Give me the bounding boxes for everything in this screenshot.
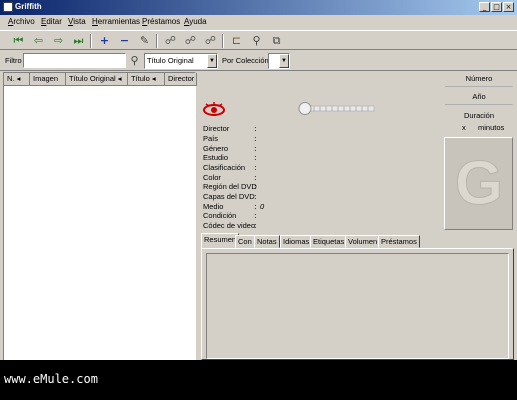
collection-label: Por Colección [222, 56, 269, 65]
filter-input[interactable] [23, 53, 126, 68]
colon: : [254, 144, 257, 153]
title-bar: Griffith _ □ × [0, 0, 517, 15]
prev-icon[interactable]: ⇦ [32, 34, 45, 47]
column-header-number[interactable]: N. ◂ [4, 73, 30, 86]
colon: : [254, 182, 257, 191]
app-icon [3, 2, 13, 12]
menu-ayuda[interactable]: Ayuda [184, 17, 207, 26]
svg-text:G: G [455, 149, 503, 218]
griffith-logo-icon [203, 102, 225, 116]
collection-select[interactable]: ▼ [268, 53, 290, 69]
maximize-button[interactable]: □ [491, 2, 502, 12]
minimize-button[interactable]: _ [479, 2, 490, 12]
colon: : [254, 221, 257, 230]
menu-vista[interactable]: Vista [68, 17, 86, 26]
last-icon[interactable]: ⏭ [72, 34, 85, 47]
filter-field-value: Título Original [147, 56, 194, 65]
tab-etiquetas[interactable]: Etiquetas [310, 235, 348, 248]
duracion-x: x [462, 123, 466, 132]
open-folder-icon[interactable]: ⊏ [230, 34, 243, 47]
colon: : [254, 134, 257, 143]
cover-image[interactable]: G [444, 137, 513, 230]
colon: : [254, 153, 257, 162]
edit-icon[interactable]: ✎ [138, 34, 151, 47]
close-button[interactable]: × [503, 2, 514, 12]
remove-icon[interactable]: − [118, 34, 131, 47]
field-director: Director [203, 124, 230, 133]
clear-filter-icon[interactable]: ⚲ [128, 54, 141, 67]
field-region-dvd: Región del DVD [203, 182, 257, 191]
chevron-down-icon: ▼ [279, 54, 289, 68]
add-icon[interactable]: + [98, 34, 111, 47]
window-title: Griffith [15, 2, 42, 11]
watermark-text: www.eMule.com [4, 372, 98, 386]
column-header-director[interactable]: Director [165, 73, 197, 86]
first-icon[interactable]: ⏮ [12, 34, 25, 47]
people3-icon[interactable]: ☍ [204, 34, 217, 47]
colon: : [254, 163, 257, 172]
anio-label: Año [445, 90, 513, 105]
field-pais: País [203, 134, 219, 143]
colon: : [254, 173, 257, 182]
chevron-down-icon: ▼ [207, 54, 217, 68]
toolbar-separator [156, 34, 158, 48]
tab-idiomas[interactable]: Idiomas [280, 235, 313, 248]
menu-herramientas[interactable]: Herramientas [92, 17, 140, 26]
field-condicion: Condición [203, 211, 237, 220]
summary-text-area[interactable] [206, 253, 509, 359]
griffith-cover-logo-icon: G [445, 138, 512, 229]
colon: : [254, 202, 257, 211]
field-color: Color [203, 173, 221, 182]
menu-archivo[interactable]: Archivo [8, 17, 35, 26]
filter-label: Filtro [5, 56, 22, 65]
colon: : [254, 211, 257, 220]
duracion-label: Duración [463, 111, 494, 120]
toolbar: ⏮ ⇦ ⇨ ⏭ + − ✎ ☍ ☍ ☍ ⊏ ⚲ ⧉ [0, 30, 517, 50]
filter-bar: Filtro ⚲ Título Original ▼ Por Colección… [0, 51, 517, 71]
filter-field-select[interactable]: Título Original ▼ [144, 53, 218, 69]
colon: : [254, 192, 257, 201]
app-window: Griffith _ □ × Archivo Editar Vista Herr… [0, 0, 517, 360]
people2-icon[interactable]: ☍ [184, 34, 197, 47]
medio-value: 0 [260, 202, 265, 211]
search-icon[interactable]: ⚲ [250, 34, 263, 47]
toolbar-separator [90, 34, 92, 48]
rating-slider[interactable] [296, 101, 376, 115]
column-header-original-title[interactable]: Título Original ◂ [66, 73, 128, 86]
tab-volumen[interactable]: Volumen [345, 235, 381, 248]
field-medio: Medio [203, 202, 224, 211]
next-icon[interactable]: ⇨ [52, 34, 65, 47]
copy-icon[interactable]: ⧉ [270, 34, 283, 47]
field-clasificacion: Clasificación [203, 163, 246, 172]
numero-label: Número [445, 72, 513, 87]
tab-con[interactable]: Con [235, 235, 255, 248]
tab-notas[interactable]: Notas [254, 235, 280, 248]
field-genero: Género [203, 144, 229, 153]
menu-prestamos[interactable]: Préstamos [142, 17, 180, 26]
summary-panel [201, 248, 514, 360]
pane-splitter[interactable] [197, 72, 200, 360]
menu-editar[interactable]: Editar [41, 17, 62, 26]
people-icon[interactable]: ☍ [164, 34, 177, 47]
tab-prestamos[interactable]: Préstamos [378, 235, 420, 248]
field-codec-video: Códec de video [203, 221, 256, 230]
duracion-unit: minutos [478, 123, 505, 132]
colon: : [254, 124, 257, 133]
toolbar-separator [222, 34, 224, 48]
field-capas-dvd: Capas del DVD [203, 192, 255, 201]
column-header-title[interactable]: Título ◂ [128, 73, 165, 86]
column-header-image[interactable]: Imagen [30, 73, 66, 86]
field-estudio: Estudio [203, 153, 229, 162]
tab-resumen[interactable]: Resumen [201, 233, 240, 249]
menu-bar: Archivo Editar Vista Herramientas Présta… [0, 15, 517, 29]
movie-list[interactable]: N. ◂ Imagen Título Original ◂ Título ◂ D… [3, 72, 197, 360]
